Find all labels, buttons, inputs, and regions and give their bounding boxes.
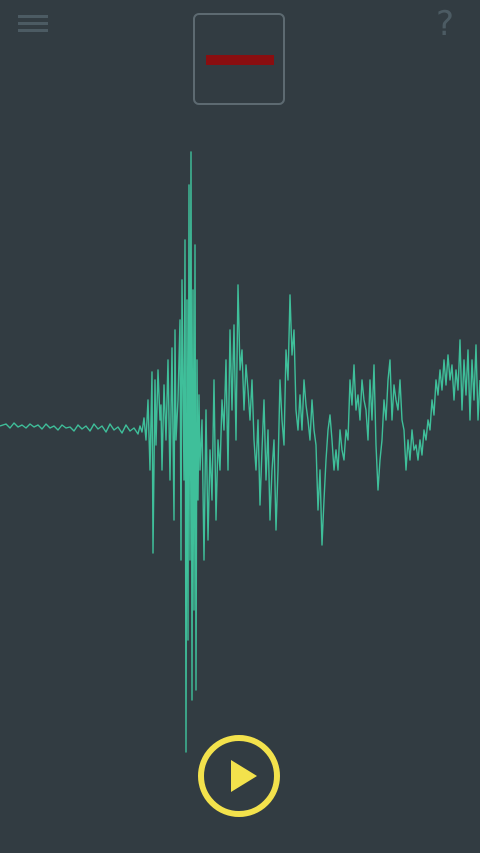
help-button[interactable]: ? — [430, 4, 460, 44]
waveform-trace — [0, 151, 480, 753]
level-indicator — [193, 13, 285, 105]
seismograph-screen: ? — [0, 0, 480, 853]
menu-button[interactable] — [16, 10, 52, 38]
seismograph-waveform — [0, 151, 480, 753]
play-button[interactable] — [197, 734, 281, 818]
indicator-bar — [206, 55, 274, 65]
play-icon — [198, 735, 280, 817]
hamburger-menu-icon — [18, 15, 48, 32]
